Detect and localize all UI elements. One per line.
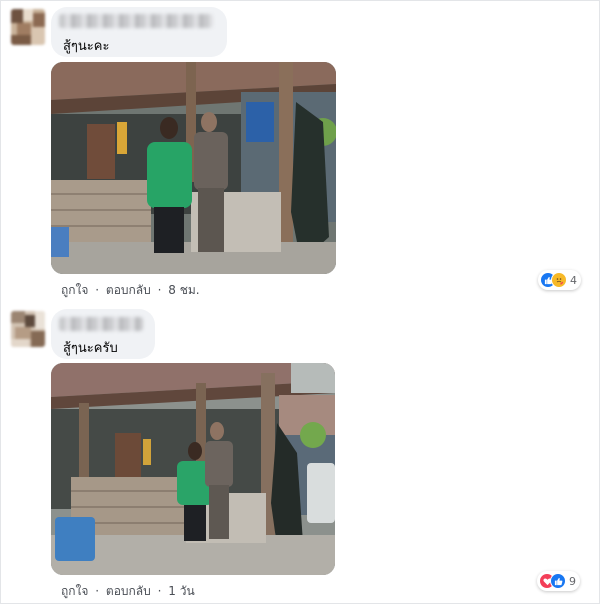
reply-button[interactable]: ตอบกลับ xyxy=(106,283,151,297)
comment-actions: ถูกใจ · ตอบกลับ · 1 วัน xyxy=(61,582,195,601)
comment-text: สู้ๆนะคะ xyxy=(63,39,110,54)
comment-thread: สู้ๆนะคะ ถูกใจ · ตอบกลับ · 8 ชม. 4 สู้ๆน… xyxy=(0,0,600,604)
like-button[interactable]: ถูกใจ xyxy=(61,584,88,598)
reaction-count: 4 xyxy=(570,273,577,287)
comment-photo[interactable] xyxy=(51,62,336,274)
reaction-count: 9 xyxy=(569,574,576,588)
like-button[interactable]: ถูกใจ xyxy=(61,283,88,297)
separator: · xyxy=(157,584,162,598)
comment-photo[interactable] xyxy=(51,363,335,575)
reply-button[interactable]: ตอบกลับ xyxy=(106,584,151,598)
like-icon xyxy=(550,573,566,589)
timestamp[interactable]: 8 ชม. xyxy=(168,283,199,297)
comment-actions: ถูกใจ · ตอบกลับ · 8 ชม. xyxy=(61,281,200,300)
separator: · xyxy=(95,584,100,598)
avatar[interactable] xyxy=(11,9,45,45)
avatar[interactable] xyxy=(11,311,45,347)
comment-text: สู้ๆนะครับ xyxy=(63,341,118,356)
commenter-name[interactable] xyxy=(59,317,143,331)
timestamp[interactable]: 1 วัน xyxy=(168,584,194,598)
commenter-name[interactable] xyxy=(59,14,213,28)
reaction-summary[interactable]: 9 xyxy=(537,571,580,591)
reaction-summary[interactable]: 4 xyxy=(538,270,581,290)
separator: · xyxy=(95,283,100,297)
separator: · xyxy=(157,283,162,297)
care-icon xyxy=(551,272,567,288)
